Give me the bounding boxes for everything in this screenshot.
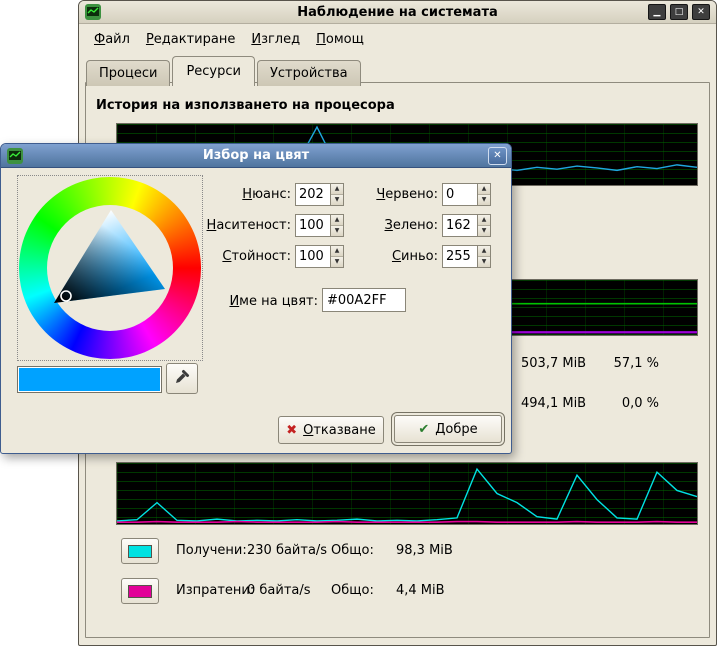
- menu-view[interactable]: Изглед: [244, 29, 307, 50]
- network-legend-received: Получени: 230 байта/s Общо: 98,3 MiB: [121, 538, 541, 564]
- color-preview-swatch: [19, 368, 160, 391]
- window-controls: ▁ □ ✕: [648, 4, 710, 20]
- ok-label: Добре: [435, 422, 477, 437]
- network-history-chart: [116, 462, 698, 525]
- cancel-button[interactable]: ✖ Отказване: [278, 416, 384, 444]
- red-label: Червено:: [356, 187, 438, 202]
- saturation-down-icon[interactable]: ▼: [331, 226, 343, 236]
- minimize-button[interactable]: ▁: [648, 4, 666, 20]
- system-monitor-icon: [85, 4, 101, 20]
- hue-down-icon[interactable]: ▼: [331, 195, 343, 205]
- blue-down-icon[interactable]: ▼: [478, 257, 490, 267]
- network-sent-line: [117, 522, 697, 523]
- cancel-label: Отказване: [303, 423, 376, 438]
- value-spinbox: ▲▼: [295, 245, 344, 268]
- maximize-icon: □: [675, 7, 684, 17]
- red-down-icon[interactable]: ▼: [478, 195, 490, 205]
- menu-file[interactable]: Файл: [87, 29, 137, 50]
- received-total: 98,3 MiB: [396, 543, 453, 558]
- hue-spinners: ▲▼: [330, 184, 343, 205]
- tab-bar: Процеси Ресурси Устройства: [86, 55, 363, 85]
- memory-amount: 503,7 MiB: [521, 356, 586, 372]
- tab-resources[interactable]: Ресурси: [172, 56, 255, 86]
- dialog-close-icon: ✕: [493, 150, 501, 161]
- eyedropper-icon: [174, 369, 190, 389]
- red-up-icon[interactable]: ▲: [478, 184, 490, 195]
- maximize-button[interactable]: □: [670, 4, 688, 20]
- memory-percent: 57,1 %: [599, 356, 659, 372]
- main-window-titlebar[interactable]: Наблюдение на системата ▁ □ ✕: [79, 1, 716, 24]
- green-up-icon[interactable]: ▲: [478, 215, 490, 226]
- ok-icon: ✔: [418, 422, 429, 437]
- menubar: Файл Редактиране Изглед Помощ: [87, 27, 371, 51]
- received-color-swatch: [128, 545, 152, 558]
- color-picker-dialog: Избор на цвят ✕ Нюанс: ▲▼: [0, 143, 512, 454]
- tab-processes[interactable]: Процеси: [86, 60, 170, 86]
- green-label: Зелено:: [356, 218, 438, 233]
- ok-button[interactable]: ✔ Добре: [394, 415, 502, 443]
- green-input[interactable]: [443, 215, 477, 236]
- value-up-icon[interactable]: ▲: [331, 246, 343, 257]
- red-spinbox: ▲▼: [442, 183, 491, 206]
- sent-color-swatch: [128, 585, 152, 598]
- sent-rate: 0 байта/s: [247, 583, 311, 598]
- menu-edit[interactable]: Редактиране: [139, 29, 242, 50]
- hue-spinbox: ▲▼: [295, 183, 344, 206]
- dialog-icon: [7, 148, 23, 164]
- sent-color-button[interactable]: [121, 578, 159, 604]
- eyedropper-button[interactable]: [166, 363, 198, 394]
- blue-label: Синьо:: [356, 249, 438, 264]
- tab-devices[interactable]: Устройства: [257, 60, 361, 86]
- hue-up-icon[interactable]: ▲: [331, 184, 343, 195]
- color-preview-frame: [17, 366, 162, 393]
- sent-total: 4,4 MiB: [396, 583, 445, 598]
- hue-input[interactable]: [296, 184, 330, 205]
- sent-label: Изпратени:: [176, 583, 254, 598]
- dialog-titlebar[interactable]: Избор на цвят ✕: [1, 144, 511, 168]
- saturation-spinners: ▲▼: [330, 215, 343, 236]
- swap-percent: 0,0 %: [599, 396, 659, 412]
- close-icon: ✕: [697, 7, 705, 17]
- blue-input[interactable]: [443, 246, 477, 267]
- network-received-line: [117, 469, 697, 521]
- green-spinbox: ▲▼: [442, 214, 491, 237]
- close-button[interactable]: ✕: [692, 4, 710, 20]
- dialog-close-button[interactable]: ✕: [488, 147, 507, 165]
- red-input[interactable]: [443, 184, 477, 205]
- received-total-label: Общо:: [331, 543, 374, 558]
- blue-spinners: ▲▼: [477, 246, 490, 267]
- value-label: Стойност:: [199, 249, 291, 264]
- network-legend-sent: Изпратени: 0 байта/s Общо: 4,4 MiB: [121, 578, 541, 604]
- received-label: Получени:: [176, 543, 247, 558]
- blue-up-icon[interactable]: ▲: [478, 246, 490, 257]
- swap-amount: 494,1 MiB: [521, 396, 586, 412]
- value-input[interactable]: [296, 246, 330, 267]
- hsv-triangle-shade: [54, 210, 165, 303]
- cancel-icon: ✖: [286, 423, 297, 438]
- color-name-input[interactable]: [322, 288, 406, 312]
- color-name-label: Име на цвят:: [206, 294, 318, 309]
- saturation-label: Наситеност:: [199, 218, 291, 233]
- saturation-up-icon[interactable]: ▲: [331, 215, 343, 226]
- blue-spinbox: ▲▼: [442, 245, 491, 268]
- saturation-input[interactable]: [296, 215, 330, 236]
- received-color-button[interactable]: [121, 538, 159, 564]
- dialog-title: Избор на цвят: [1, 148, 511, 163]
- sent-total-label: Общо:: [331, 583, 374, 598]
- minimize-icon: ▁: [654, 7, 661, 17]
- green-spinners: ▲▼: [477, 215, 490, 236]
- value-spinners: ▲▼: [330, 246, 343, 267]
- hsv-triangle[interactable]: [47, 205, 173, 331]
- cpu-history-heading: История на използването на процесора: [96, 98, 395, 113]
- menu-help[interactable]: Помощ: [309, 29, 371, 50]
- saturation-spinbox: ▲▼: [295, 214, 344, 237]
- red-spinners: ▲▼: [477, 184, 490, 205]
- color-wheel-box: [17, 175, 203, 361]
- value-down-icon[interactable]: ▼: [331, 257, 343, 267]
- main-window-title: Наблюдение на системата: [79, 5, 716, 20]
- received-rate: 230 байта/s: [247, 543, 327, 558]
- hue-label: Нюанс:: [199, 187, 291, 202]
- green-down-icon[interactable]: ▼: [478, 226, 490, 236]
